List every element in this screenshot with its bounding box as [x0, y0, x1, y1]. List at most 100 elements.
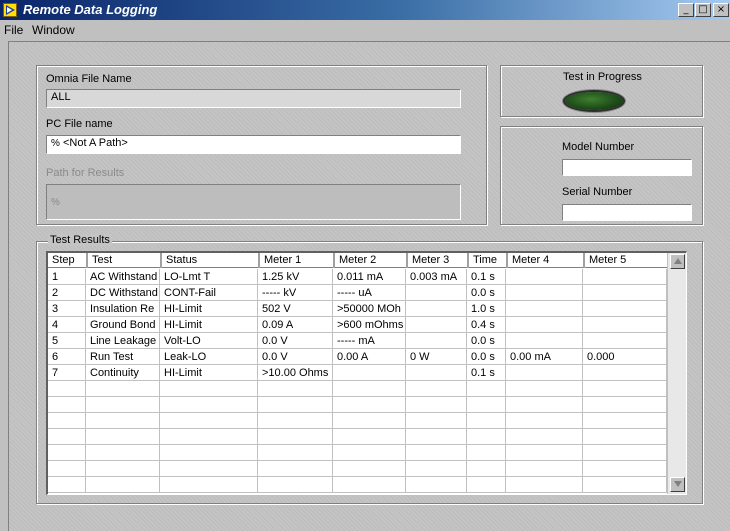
- cell-test: Continuity: [86, 365, 160, 381]
- cell-test: [86, 477, 160, 493]
- cell-time: [467, 477, 506, 493]
- cell-meter-3: [406, 445, 467, 461]
- cell-meter-1: [258, 429, 333, 445]
- model-number-field[interactable]: [562, 159, 692, 176]
- path-prefix-icon: %: [51, 138, 60, 149]
- cell-status: [160, 477, 258, 493]
- cell-meter-4: [506, 301, 583, 317]
- cell-meter-5: [583, 301, 667, 317]
- cell-meter-1: [258, 397, 333, 413]
- scroll-down-button[interactable]: [670, 477, 685, 492]
- cell-meter-1: [258, 381, 333, 397]
- cell-meter-4: [506, 461, 583, 477]
- cell-meter-3: [406, 301, 467, 317]
- arrow-up-icon: [673, 258, 682, 264]
- cell-meter-3: [406, 285, 467, 301]
- cell-status: CONT-Fail: [160, 285, 258, 301]
- table-row[interactable]: 5 Line Leakage Volt-LO 0.0 V ----- mA 0.0 s: [48, 333, 667, 349]
- column-header-test: Test: [86, 253, 160, 268]
- table-row[interactable]: [48, 461, 667, 477]
- cell-meter-3: [406, 317, 467, 333]
- cell-meter-4: [506, 429, 583, 445]
- menu-window[interactable]: Window: [32, 23, 75, 37]
- table-row[interactable]: 6 Run Test Leak-LO 0.0 V 0.00 A0 W 0.0 s 0.00 …: [48, 349, 667, 365]
- table-row[interactable]: 3 Insulation Re HI-Limit 502 V >50000 MOh 1.0…: [48, 301, 667, 317]
- cell-meter-5: [583, 477, 667, 493]
- table-row[interactable]: [48, 477, 667, 493]
- omnia-file-field[interactable]: ALL: [46, 89, 461, 108]
- cell-step: 7: [48, 365, 86, 381]
- scroll-up-button[interactable]: [670, 254, 685, 269]
- cell-test: [86, 381, 160, 397]
- cell-time: 0.0 s: [467, 333, 506, 349]
- column-header-meter-1: Meter 1: [258, 253, 333, 268]
- cell-meter-2: >600 mOhms: [333, 317, 406, 333]
- cell-test: AC Withstand: [86, 269, 160, 285]
- cell-meter-1: 0.09 A: [258, 317, 333, 333]
- cell-time: 0.0 s: [467, 285, 506, 301]
- table-row[interactable]: [48, 413, 667, 429]
- cell-test: DC Withstand: [86, 285, 160, 301]
- table-row[interactable]: 2 DC Withstand CONT-Fail ----- kV ----- uA 0.…: [48, 285, 667, 301]
- table-row[interactable]: 7 Continuity HI-Limit >10.00 Ohms 0.1 s: [48, 365, 667, 381]
- cell-meter-4: [506, 333, 583, 349]
- cell-meter-3: [406, 429, 467, 445]
- cell-meter-5: [583, 365, 667, 381]
- cell-time: 0.0 s: [467, 349, 506, 365]
- table-row[interactable]: [48, 381, 667, 397]
- cell-meter-1: [258, 445, 333, 461]
- cell-meter-5: [583, 333, 667, 349]
- cell-meter-5: [583, 445, 667, 461]
- cell-status: Leak-LO: [160, 349, 258, 365]
- cell-status: [160, 413, 258, 429]
- cell-meter-2: [333, 429, 406, 445]
- cell-meter-4: [506, 477, 583, 493]
- window-title: Remote Data Logging: [23, 2, 158, 17]
- pc-file-path-field[interactable]: % <Not A Path>: [46, 135, 461, 154]
- cell-meter-4: [506, 397, 583, 413]
- cell-step: [48, 461, 86, 477]
- cell-status: [160, 461, 258, 477]
- path-prefix-icon-disabled: %: [51, 197, 60, 208]
- cell-meter-5: [583, 317, 667, 333]
- table-row[interactable]: [48, 445, 667, 461]
- test-in-progress-label: Test in Progress: [563, 71, 642, 83]
- results-table[interactable]: Step Test Status Meter 1 Meter 2 Meter 3 Time M…: [46, 251, 687, 495]
- cell-test: [86, 429, 160, 445]
- model-number-label: Model Number: [562, 141, 635, 153]
- pc-file-value: <Not A Path>: [62, 137, 128, 149]
- table-row[interactable]: 1 AC Withstand LO-Lmt T 1.25 kV 0.011 mA 0.00…: [48, 269, 667, 285]
- path-results-label: Path for Results: [46, 167, 125, 179]
- arrow-down-icon: [673, 481, 682, 487]
- serial-number-field[interactable]: [562, 204, 692, 221]
- table-row[interactable]: 4 Ground Bond HI-Limit 0.09 A >600 mOhms 0.4 …: [48, 317, 667, 333]
- cell-meter-2: [333, 445, 406, 461]
- cell-meter-1: [258, 461, 333, 477]
- menu-bar: File Window: [0, 20, 730, 40]
- menu-file[interactable]: File: [4, 23, 23, 37]
- cell-status: Volt-LO: [160, 333, 258, 349]
- cell-test: [86, 413, 160, 429]
- table-row[interactable]: [48, 397, 667, 413]
- minimize-button[interactable]: _: [678, 3, 694, 17]
- cell-meter-5: [583, 429, 667, 445]
- cell-step: [48, 381, 86, 397]
- cell-status: [160, 381, 258, 397]
- cell-meter-5: [583, 461, 667, 477]
- cell-status: HI-Limit: [160, 365, 258, 381]
- cell-test: Insulation Re: [86, 301, 160, 317]
- column-header-meter-5: Meter 5: [583, 253, 667, 268]
- cell-meter-4: [506, 285, 583, 301]
- cell-status: [160, 397, 258, 413]
- cell-time: [467, 413, 506, 429]
- column-header-step: Step: [52, 254, 75, 266]
- cell-meter-1: 0.0 V: [258, 349, 333, 365]
- cell-meter-5: [583, 413, 667, 429]
- table-row[interactable]: [48, 429, 667, 445]
- close-button[interactable]: ×: [713, 3, 729, 17]
- cell-time: 1.0 s: [467, 301, 506, 317]
- cell-test: Line Leakage: [86, 333, 160, 349]
- column-header-meter-4: Meter 4: [506, 253, 583, 268]
- maximize-button[interactable]: □: [695, 3, 711, 17]
- vertical-scrollbar[interactable]: [667, 253, 686, 494]
